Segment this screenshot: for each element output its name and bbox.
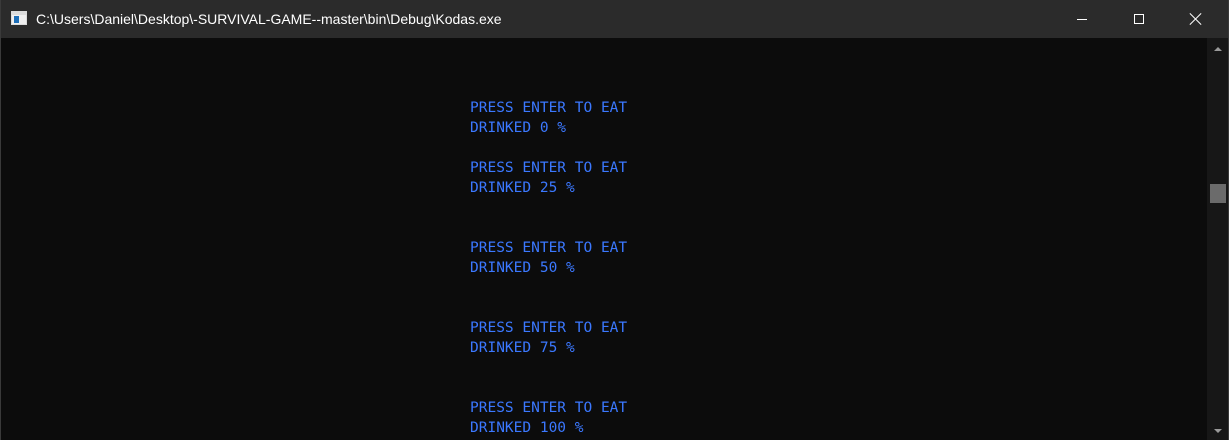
scrollbar-thumb[interactable]: [1210, 184, 1226, 203]
console-line: DRINKED 25 %: [470, 180, 575, 196]
console-line: PRESS ENTER TO EAT: [470, 160, 628, 176]
scroll-up-arrow-icon: [1214, 47, 1222, 51]
close-icon: [1190, 13, 1202, 25]
console-line: PRESS ENTER TO EAT: [470, 240, 628, 256]
scroll-down-button[interactable]: [1207, 422, 1228, 440]
maximize-button[interactable]: [1116, 0, 1162, 38]
window-title: C:\Users\Daniel\Desktop\-SURVIVAL-GAME--…: [36, 11, 502, 27]
console-app-icon[interactable]: [11, 11, 27, 25]
console-window: C:\Users\Daniel\Desktop\-SURVIVAL-GAME--…: [0, 0, 1229, 440]
console-line: DRINKED 0 %: [470, 120, 567, 136]
console-line: PRESS ENTER TO EAT: [470, 320, 628, 336]
minimize-icon: [1077, 18, 1087, 20]
console-line: DRINKED 100 %: [470, 420, 584, 436]
vertical-scrollbar[interactable]: [1207, 38, 1228, 440]
console-line: DRINKED 75 %: [470, 340, 575, 356]
scroll-up-button[interactable]: [1207, 40, 1228, 58]
console-line: PRESS ENTER TO EAT: [470, 400, 628, 416]
minimize-button[interactable]: [1059, 0, 1105, 38]
maximize-icon: [1134, 14, 1144, 24]
console-line: DRINKED 50 %: [470, 260, 575, 276]
scroll-down-arrow-icon: [1214, 429, 1222, 433]
console-line: PRESS ENTER TO EAT: [470, 100, 628, 116]
console-output[interactable]: PRESS ENTER TO EAT DRINKED 0 % PRESS ENT…: [2, 38, 1207, 440]
title-bar[interactable]: C:\Users\Daniel\Desktop\-SURVIVAL-GAME--…: [1, 0, 1228, 38]
close-button[interactable]: [1173, 0, 1219, 38]
